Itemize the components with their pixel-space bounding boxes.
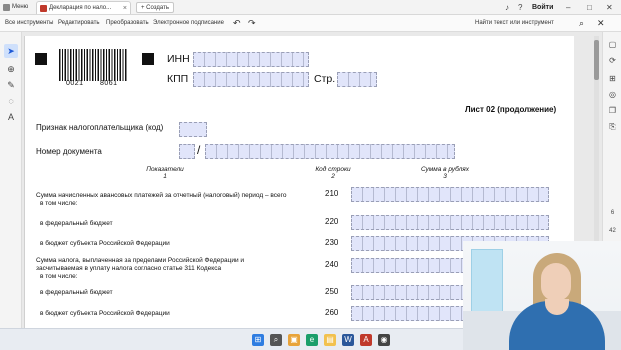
attach-icon[interactable]: ⎘ (606, 120, 619, 133)
zoom-tool-icon[interactable]: ⊕ (4, 62, 18, 76)
column-header-amount: Сумма в рублях 3 (405, 166, 485, 180)
pdf-icon (40, 5, 47, 12)
row-240-label: Сумма налога, выплаченная за пределами Р… (36, 257, 291, 281)
text-tool-icon[interactable]: A (4, 110, 18, 124)
row-label: Сумма налога, выплаченная за пределами Р… (36, 257, 245, 272)
search-icon[interactable]: ⌕ (579, 15, 584, 32)
column-name: Сумма в рублях (420, 166, 470, 173)
barcode-number-left: 0021 (66, 80, 84, 87)
column-header-line-code: Код строки 2 (303, 166, 363, 180)
page-total: 42 (609, 228, 616, 234)
steam-icon[interactable]: ◉ (378, 334, 390, 346)
explorer-icon[interactable]: ▤ (324, 334, 336, 346)
row-260-code: 260 (325, 308, 339, 317)
barcode-number-right: 8061 (100, 80, 118, 87)
share-icon[interactable]: ◎ (606, 88, 619, 101)
row-250-code: 250 (325, 287, 339, 296)
row-sublabel: в том числе: (40, 273, 78, 280)
maximize-icon[interactable]: □ (587, 0, 592, 15)
export-icon[interactable]: ⟳ (606, 54, 619, 67)
undo-icon[interactable]: ↶ (233, 15, 241, 32)
page-number-field[interactable] (337, 72, 377, 87)
row-260-label: в бюджет субъекта Российской Федерации (40, 310, 170, 317)
tab-document[interactable]: Декларация по нало... × (36, 1, 131, 14)
pen-tool-icon[interactable]: ✎ (4, 78, 18, 92)
row-210-code: 210 (325, 189, 339, 198)
kpp-field[interactable] (193, 72, 309, 87)
tab-label: Декларация по нало... (49, 5, 112, 11)
row-210-amount-field[interactable] (351, 187, 549, 202)
row-220-amount-field[interactable] (351, 215, 549, 230)
row-sublabel: в том числе: (40, 200, 78, 207)
toolbar: Все инструменты Редактировать Преобразов… (0, 15, 621, 32)
row-240-code: 240 (325, 260, 339, 269)
edit-menu[interactable]: Редактировать (58, 15, 99, 32)
kpp-label: КПП (167, 73, 189, 85)
help-icon[interactable]: ? (518, 0, 522, 15)
alignment-marker (142, 53, 154, 65)
all-tools-menu[interactable]: Все инструменты (5, 15, 53, 32)
new-tab-label: Создать (146, 5, 169, 11)
left-tool-rail: ➤ ⊕ ✎ ◌ A (0, 32, 22, 328)
bell-icon[interactable]: ♪ (505, 0, 509, 15)
redo-icon[interactable]: ↷ (248, 15, 256, 32)
close-toolbar-icon[interactable]: ✕ (597, 15, 605, 32)
column-number: 2 (331, 173, 335, 180)
webcam-overlay (463, 241, 621, 350)
word-icon[interactable]: W (342, 334, 354, 346)
page-current: 6 (610, 210, 615, 216)
row-220-label: в федеральный бюджет (40, 220, 113, 227)
doc-number-field-2[interactable] (205, 144, 455, 159)
windows-start-icon[interactable]: ⊞ (252, 334, 264, 346)
e-sign-menu[interactable]: Электронное подписание (153, 15, 224, 32)
row-220-code: 220 (325, 217, 339, 226)
close-window-icon[interactable]: ✕ (606, 0, 613, 15)
close-tab-icon[interactable]: × (123, 2, 127, 14)
alignment-marker (35, 53, 47, 65)
shape-tool-icon[interactable]: ◌ (4, 94, 18, 108)
scrollbar-thumb[interactable] (594, 40, 599, 80)
bookmark-icon[interactable]: ❐ (606, 104, 619, 117)
title-bar: Меню Декларация по нало... × + Создать ♪… (0, 0, 621, 15)
inn-field[interactable] (193, 52, 309, 67)
search-icon[interactable]: ⌕ (270, 334, 282, 346)
row-label: Сумма начисленных авансовых платежей за … (36, 192, 287, 199)
task-view-icon[interactable]: ▣ (288, 334, 300, 346)
organize-icon[interactable]: ⊞ (606, 72, 619, 85)
convert-menu[interactable]: Преобразовать (106, 15, 149, 32)
barcode (59, 49, 127, 81)
comment-icon[interactable]: ▢ (606, 38, 619, 51)
doc-number-field-1[interactable] (179, 144, 195, 159)
taxpayer-sign-field[interactable] (179, 122, 207, 137)
row-210-label: Сумма начисленных авансовых платежей за … (36, 192, 316, 208)
acrobat-icon[interactable]: A (360, 334, 372, 346)
find-tool[interactable]: Найти текст или инструмент (475, 15, 554, 32)
tab-label: Меню (12, 4, 29, 10)
row-230-label: в бюджет субъекта Российской Федерации (40, 240, 170, 247)
inn-label: ИНН (167, 53, 190, 65)
column-name: Показатели (146, 166, 184, 173)
webcam-background-panel (471, 249, 503, 314)
select-tool-icon[interactable]: ➤ (4, 44, 18, 58)
page-number-label: Стр. (314, 73, 336, 85)
signin-button[interactable]: Войти (532, 0, 553, 15)
doc-number-label: Номер документа (36, 147, 102, 156)
column-number: 3 (443, 173, 447, 180)
new-tab-button[interactable]: + Создать (136, 2, 174, 13)
minimize-icon[interactable]: – (566, 0, 570, 15)
row-230-code: 230 (325, 238, 339, 247)
webcam-person-face (541, 263, 571, 301)
column-header-indicators: Показатели 1 (130, 166, 200, 180)
tab-home[interactable]: Меню (0, 1, 35, 14)
doc-number-slash: / (197, 143, 201, 157)
edge-icon[interactable]: e (306, 334, 318, 346)
home-icon (3, 4, 10, 11)
column-number: 1 (163, 173, 167, 180)
sheet-title: Лист 02 (продолжение) (465, 105, 557, 114)
row-250-label: в федеральный бюджет (40, 289, 113, 296)
column-name: Код строки (315, 166, 351, 173)
taxpayer-sign-label: Признак налогоплательщика (код) (36, 123, 164, 132)
